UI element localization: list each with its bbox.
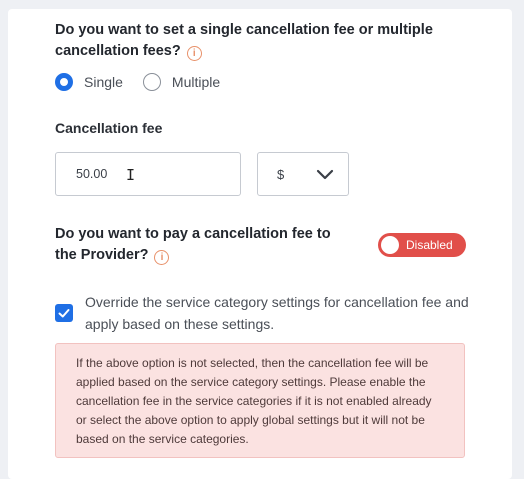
checkmark-icon <box>58 309 70 318</box>
info-icon[interactable]: i <box>154 250 170 265</box>
fee-mode-question: Do you want to set a single cancellation… <box>55 20 435 62</box>
text-cursor-icon: I <box>126 166 136 184</box>
info-icon[interactable]: i <box>186 46 202 61</box>
cancellation-fee-label: Cancellation fee <box>55 120 163 136</box>
chevron-down-icon <box>316 169 334 179</box>
override-label: Override the service category settings f… <box>85 294 469 332</box>
radio-single-indicator[interactable] <box>55 73 73 91</box>
provider-fee-toggle[interactable]: Disabled <box>378 233 466 257</box>
currency-select[interactable]: $ <box>257 152 349 196</box>
radio-multiple-label: Multiple <box>171 74 221 90</box>
settings-card: Do you want to set a single cancellation… <box>8 9 512 479</box>
notice-box: If the above option is not selected, the… <box>55 343 465 458</box>
cancellation-fee-input[interactable] <box>55 152 241 196</box>
toggle-label: Disabled <box>406 238 453 252</box>
notice-text: If the above option is not selected, the… <box>76 356 432 446</box>
toggle-knob <box>381 236 399 254</box>
override-checkbox[interactable] <box>55 304 73 322</box>
radio-multiple-indicator[interactable] <box>142 73 161 91</box>
currency-value: $ <box>277 166 285 182</box>
radio-multiple[interactable]: Multiple <box>142 73 221 91</box>
provider-fee-question-text: Do you want to pay a cancellation fee to… <box>55 226 331 263</box>
fee-mode-question-text: Do you want to set a single cancellation… <box>55 22 433 59</box>
radio-single-label: Single <box>84 74 123 90</box>
radio-single[interactable]: Single <box>55 73 123 91</box>
fee-mode-radio-group: Single Multiple <box>55 73 240 91</box>
provider-fee-question: Do you want to pay a cancellation fee to… <box>55 224 355 266</box>
